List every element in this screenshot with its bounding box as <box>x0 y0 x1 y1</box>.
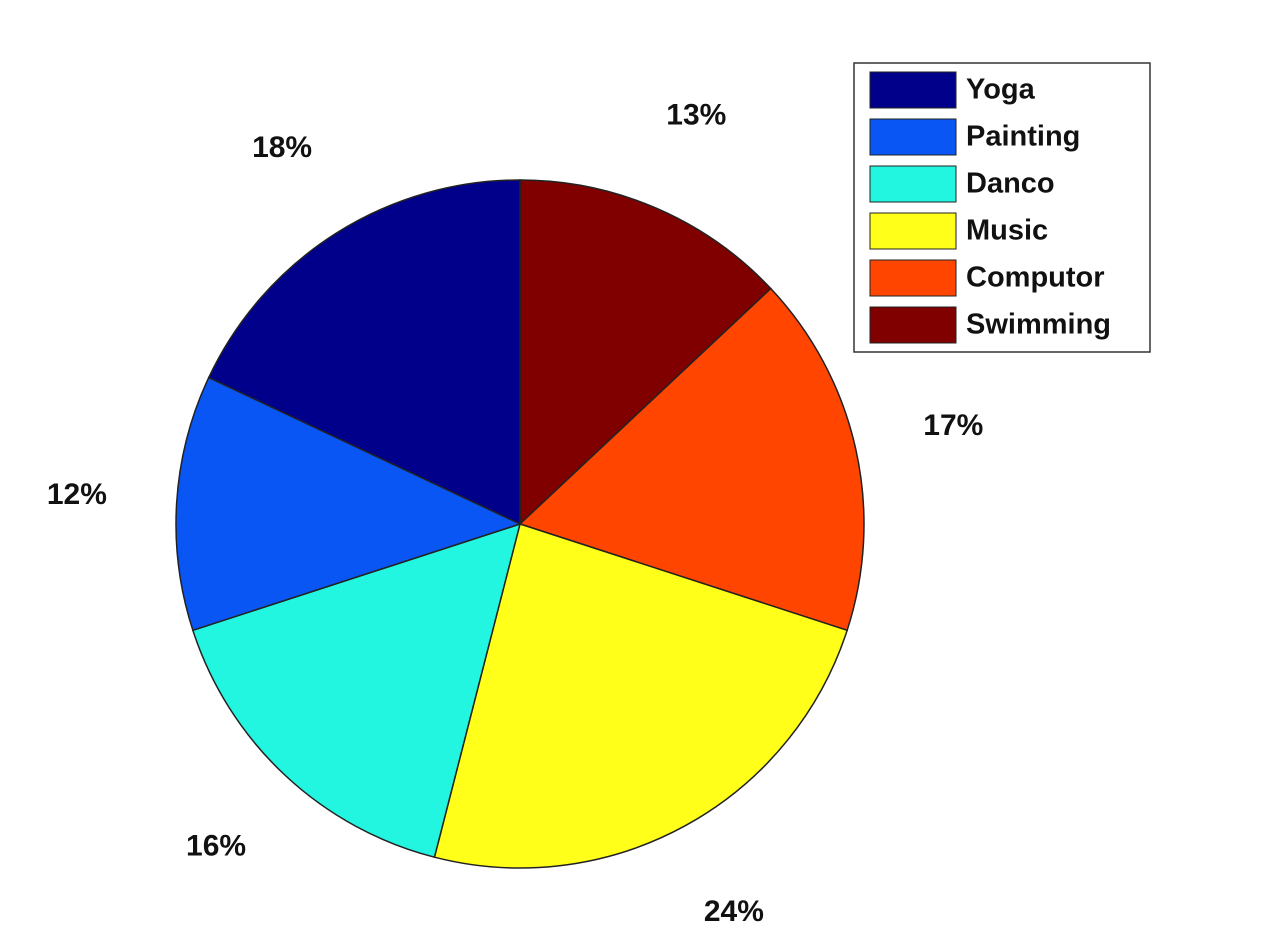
legend-swatch-computor <box>869 259 957 297</box>
legend-label-danco: Danco <box>966 168 1055 200</box>
slice-label-swimming: 13% <box>666 98 726 131</box>
slice-label-computor: 17% <box>923 409 983 442</box>
legend-swatch-swimming <box>869 306 957 344</box>
legend-swatch-danco <box>869 165 957 203</box>
slice-label-danco: 16% <box>186 830 246 863</box>
legend-label-computor: Computor <box>966 262 1105 294</box>
legend-swatch-painting <box>869 118 957 156</box>
pie-slices <box>175 179 865 869</box>
legend-label-painting: Painting <box>966 121 1080 153</box>
legend: Yoga Painting Danco Music Computor Swimming <box>853 62 1151 353</box>
slice-label-yoga: 18% <box>252 131 312 164</box>
legend-label-yoga: Yoga <box>966 74 1036 106</box>
slice-label-music: 24% <box>704 895 764 928</box>
legend-label-music: Music <box>966 215 1048 247</box>
pie-chart: 13% 17% 24% 16% 12% 18% Yoga Painting Danco Musi… <box>47 62 1151 928</box>
legend-label-swimming: Swimming <box>966 309 1111 341</box>
legend-swatch-music <box>869 212 957 250</box>
slice-label-painting: 12% <box>47 478 107 511</box>
legend-swatch-yoga <box>869 71 957 109</box>
